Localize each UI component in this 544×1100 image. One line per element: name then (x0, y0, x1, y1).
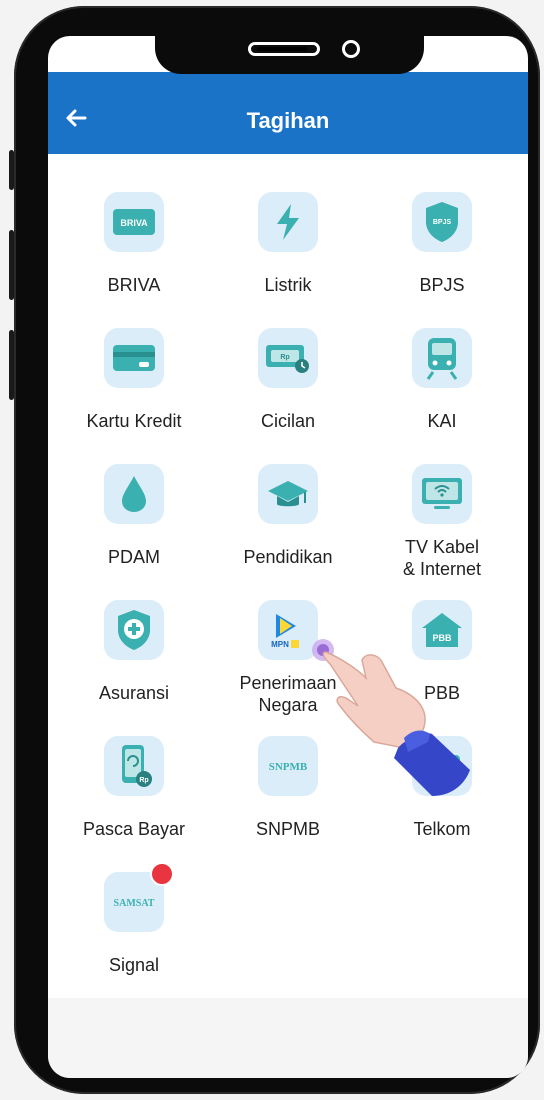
phone-side-button (9, 150, 14, 190)
speaker-icon (248, 42, 320, 56)
app-bar: Tagihan (48, 72, 528, 154)
tv-wifi-icon[interactable] (412, 464, 472, 524)
menu-item-label: Telkom (413, 819, 471, 839)
menu-item-kartu-kredit[interactable]: Kartu Kredit (59, 328, 209, 432)
cicilan-icon-text: Rp (280, 354, 289, 361)
snpmb-icon-text: SNPMB (269, 761, 308, 773)
label-line-1: Penerimaan (239, 673, 337, 693)
shield-plus-icon[interactable] (104, 600, 164, 660)
menu-item-penerimaan-negara[interactable]: MPN Penerimaan Negara (213, 600, 363, 716)
menu-item-label: Listrik (264, 275, 312, 295)
camera-icon (342, 40, 360, 58)
menu-item-label: PBB (423, 683, 461, 703)
phone-notch (155, 30, 424, 74)
label-line-2: & Internet (402, 559, 482, 579)
pbb-icon-text: PBB (432, 633, 452, 643)
money-bill-icon[interactable]: Rp (258, 328, 318, 388)
label-line-1: TV Kabel (404, 537, 480, 557)
bottom-area (48, 998, 528, 1078)
phone-screen: Tagihan BRIVA BRIVA Listrik BPJS BPJS Ka… (48, 36, 528, 1078)
graduation-cap-icon[interactable] (258, 464, 318, 524)
briva-icon-text: BRIVA (120, 218, 148, 228)
menu-item-pbb[interactable]: PBB PBB (367, 600, 517, 704)
menu-item-pdam[interactable]: PDAM (59, 464, 209, 568)
bpjs-shield-icon[interactable]: BPJS (412, 192, 472, 252)
menu-item-tv-kabel-internet[interactable]: TV Kabel & Internet (367, 464, 517, 580)
menu-item-label: BRIVA (107, 275, 161, 295)
menu-item-label: Pendidikan (243, 547, 333, 567)
snpmb-icon[interactable]: SNPMB (258, 736, 318, 796)
notification-dot (150, 862, 174, 886)
pasca-icon-text: Rp (139, 777, 148, 784)
menu-item-bpjs[interactable]: BPJS BPJS (367, 192, 517, 296)
house-icon[interactable]: PBB (412, 600, 472, 660)
menu-item-label: Kartu Kredit (86, 411, 182, 431)
phone-volume-up (9, 230, 14, 300)
phone-volume-down (9, 330, 14, 400)
menu-item-label: KAI (427, 411, 457, 431)
menu-item-label: Cicilan (260, 411, 316, 431)
menu-item-pendidikan[interactable]: Pendidikan (213, 464, 363, 568)
telkom-icon[interactable] (412, 736, 472, 796)
mpn-icon-text: MPN (271, 640, 289, 649)
menu-item-cicilan[interactable]: Rp Cicilan (213, 328, 363, 432)
menu-item-kai[interactable]: KAI (367, 328, 517, 432)
page-title: Tagihan (246, 108, 330, 133)
credit-card-icon[interactable] (104, 328, 164, 388)
menu-item-label: Pasca Bayar (82, 819, 186, 839)
label-line-2: Negara (258, 695, 318, 715)
menu-item-signal[interactable]: SAMSAT Signal (59, 862, 209, 976)
menu-item-label: SNPMB (255, 819, 320, 839)
menu-item-asuransi[interactable]: Asuransi (59, 600, 209, 704)
menu-item-label: Penerimaan Negara (213, 672, 363, 716)
menu-item-label: BPJS (419, 275, 465, 295)
menu-item-briva[interactable]: BRIVA BRIVA (59, 192, 209, 296)
samsat-icon[interactable]: SAMSAT (104, 862, 174, 932)
lightning-icon[interactable] (258, 192, 318, 252)
menu-item-label: Asuransi (98, 683, 170, 703)
briva-card-icon[interactable]: BRIVA (104, 192, 164, 252)
phone-refresh-icon[interactable]: Rp (104, 736, 164, 796)
samsat-icon-text: SAMSAT (114, 898, 155, 909)
menu-item-label: Signal (108, 955, 160, 975)
menu-item-snpmb[interactable]: SNPMB SNPMB (213, 736, 363, 840)
menu-item-listrik[interactable]: Listrik (213, 192, 363, 296)
water-drop-icon[interactable] (104, 464, 164, 524)
menu-item-label: TV Kabel & Internet (367, 536, 517, 580)
mpn-icon[interactable]: MPN (258, 600, 318, 660)
menu-item-pasca-bayar[interactable]: Rp Pasca Bayar (59, 736, 209, 840)
train-icon[interactable] (412, 328, 472, 388)
menu-item-label: PDAM (107, 547, 160, 567)
menu-item-telkom[interactable]: Telkom (367, 736, 517, 840)
bpjs-icon-text: BPJS (433, 219, 452, 226)
